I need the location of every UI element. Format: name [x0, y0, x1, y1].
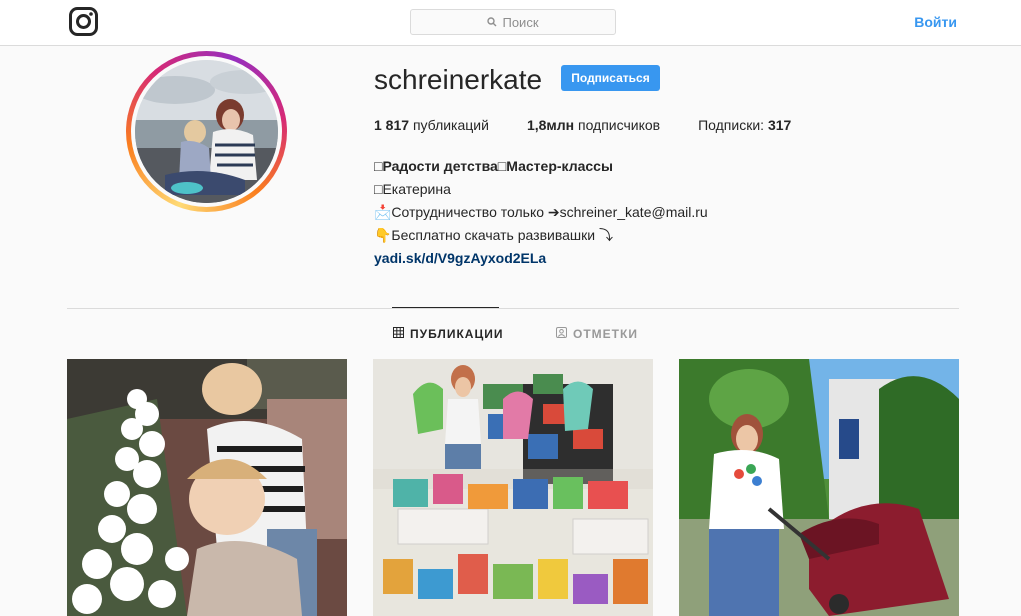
search-icon — [487, 15, 497, 30]
follow-button[interactable]: Подписаться — [561, 65, 660, 91]
profile-avatar-ring[interactable] — [126, 51, 287, 212]
tab-posts[interactable]: ПУБЛИКАЦИИ — [393, 327, 503, 341]
instagram-logo-icon[interactable] — [69, 7, 98, 36]
bio-line-1-text: Радости детства□Мастер-классы — [382, 158, 613, 174]
posts-count: 1 817 публикаций — [374, 117, 489, 133]
tab-tagged[interactable]: ОТМЕТКИ — [556, 327, 638, 341]
bio-line-4: 👇Бесплатно скачать развивашки ⤵ — [374, 227, 613, 243]
post-thumbnail[interactable] — [679, 359, 959, 616]
following-count-label: Подписки: — [698, 117, 765, 133]
search-placeholder: Поиск — [502, 14, 539, 30]
followers-count-value: 1,8млн — [526, 117, 575, 133]
avatar — [135, 60, 278, 203]
profile-tabs: ПУБЛИКАЦИИ ОТМЕТКИ — [0, 327, 1021, 343]
bio-line-2: □Екатерина — [374, 181, 451, 197]
tagged-icon — [556, 327, 567, 341]
post-thumbnail[interactable] — [67, 359, 347, 616]
active-tab-indicator — [392, 307, 499, 308]
bio-line-3: 📩Сотрудничество только ➔schreiner_kate@m… — [374, 204, 708, 220]
posts-count-label: публикаций — [412, 117, 489, 133]
post-thumbnail[interactable] — [373, 359, 653, 616]
search-input[interactable]: Поиск — [410, 9, 616, 35]
grid-icon — [393, 327, 404, 341]
bio-line-1: □Радости детства□Мастер-классы — [374, 155, 708, 178]
following-count[interactable]: Подписки: 317 — [698, 117, 791, 133]
tab-posts-label: ПУБЛИКАЦИИ — [410, 327, 504, 341]
followers-count-label: подписчиков — [578, 117, 661, 133]
login-link[interactable]: Войти — [914, 14, 957, 30]
tabs-divider — [67, 308, 959, 309]
followers-count[interactable]: 1,8млн подписчиков — [527, 117, 660, 133]
top-nav: Поиск Войти — [0, 0, 1021, 46]
profile-stats: 1 817 публикаций 1,8млн подписчиков Подп… — [374, 117, 829, 133]
bio-link[interactable]: yadi.sk/d/V9gzAyxod2ELa — [374, 247, 708, 270]
tab-tagged-label: ОТМЕТКИ — [573, 327, 638, 341]
following-count-value: 317 — [767, 117, 792, 133]
profile-bio: □Радости детства□Мастер-классы □Екатерин… — [374, 155, 708, 270]
posts-count-value: 1 817 — [374, 117, 410, 133]
profile-username: schreinerkate — [374, 64, 543, 95]
